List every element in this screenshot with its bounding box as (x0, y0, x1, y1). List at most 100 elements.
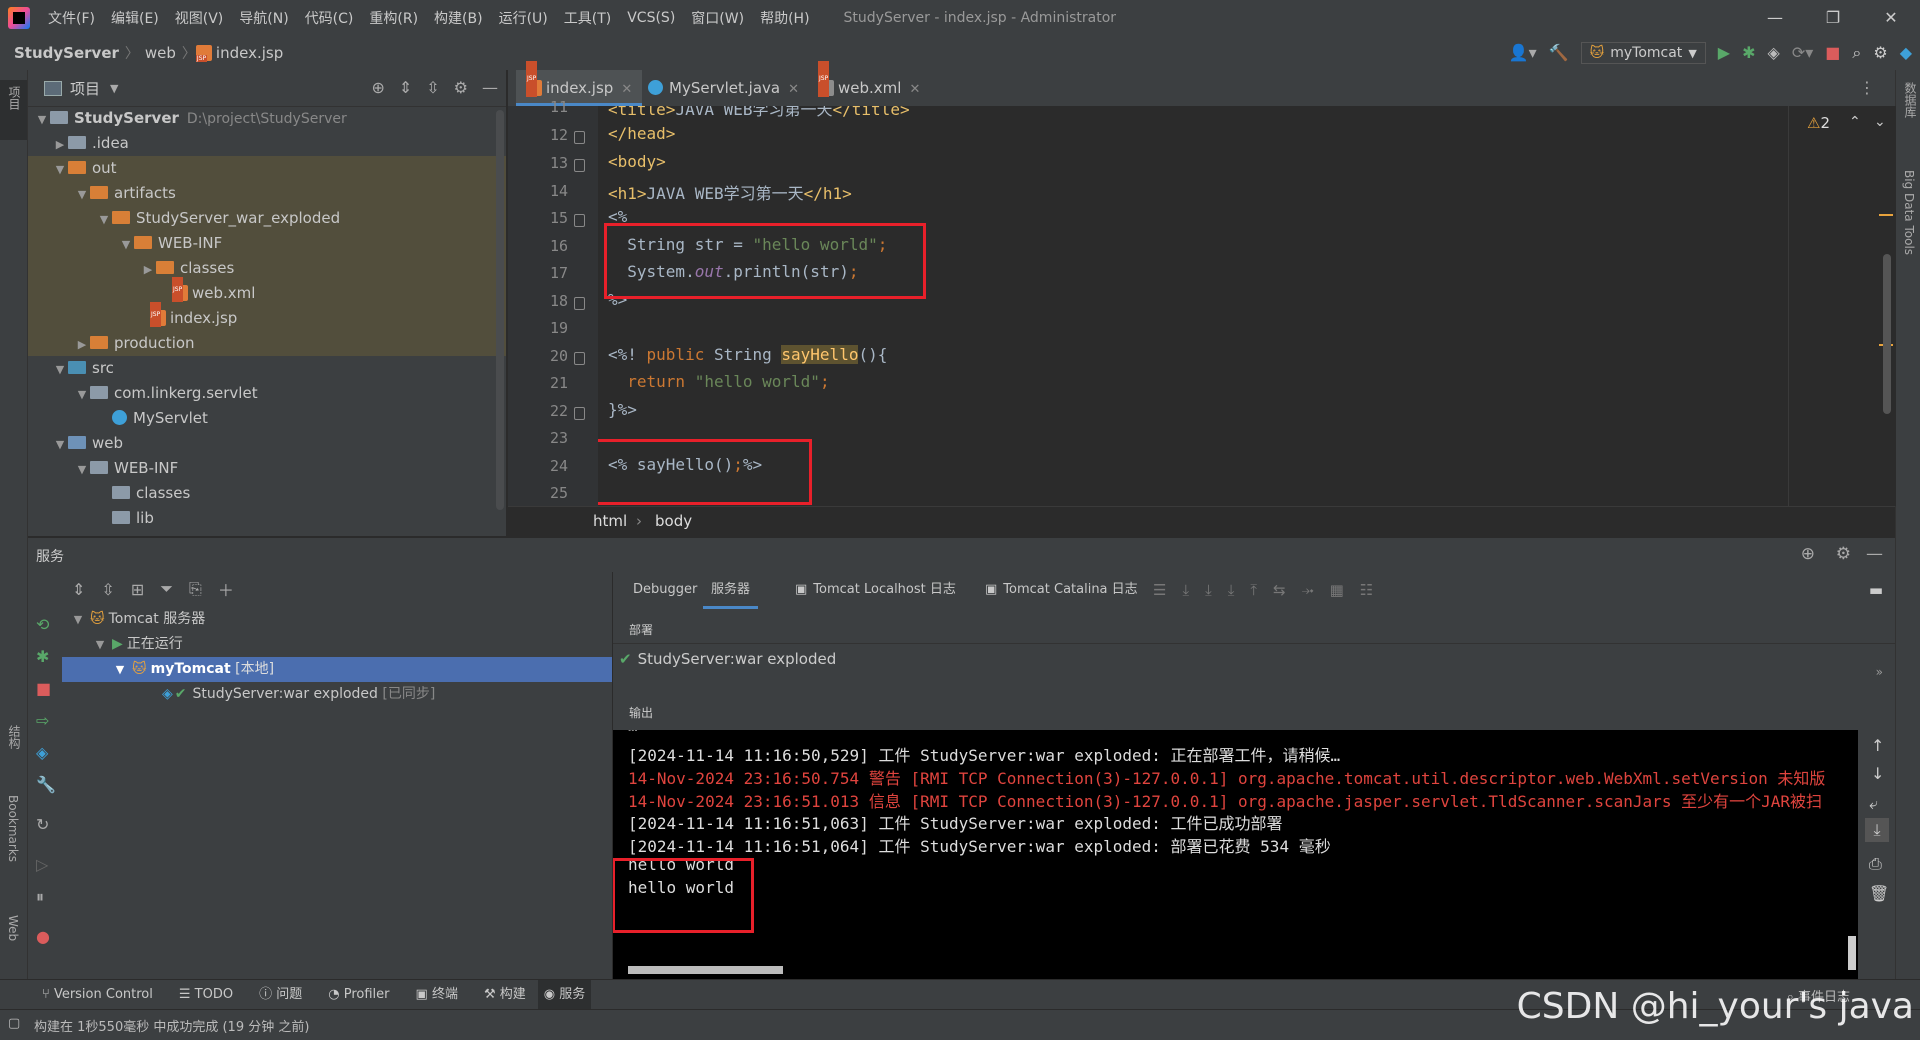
hide-icon[interactable]: — (1866, 544, 1883, 564)
editor-scrollbar[interactable] (1883, 254, 1891, 414)
expand-all-icon[interactable]: ⇕ (399, 78, 412, 97)
upload-icon[interactable]: ⤒ (1250, 581, 1257, 599)
run-config-dropdown[interactable]: 🐱 myTomcat ▼ (1580, 42, 1706, 64)
tool-terminal[interactable]: ▣ 终端 (410, 980, 464, 1010)
menu-run[interactable]: 运行(U) (491, 8, 556, 28)
minimize-icon[interactable]: — (1746, 0, 1804, 36)
menu-tools[interactable]: 工具(T) (556, 8, 619, 28)
tree-item-web[interactable]: ▼ web (52, 431, 123, 456)
more-vertical-icon[interactable]: ⋮ (1859, 78, 1875, 97)
warning-marker[interactable] (1879, 214, 1893, 216)
tree-item-artifact[interactable]: ◈ ✔ StudyServer:war exploded [已同步] (162, 682, 435, 707)
download-icon[interactable]: ⤓ (1205, 581, 1212, 599)
tool-profiler[interactable]: ◔ Profiler (322, 980, 395, 1010)
fold-marker-icon[interactable] (574, 297, 585, 310)
download-alt-icon[interactable]: ⤓ (1228, 581, 1235, 599)
tree-item-production[interactable]: ▶ production (28, 331, 506, 356)
tab-debugger[interactable]: Debugger (629, 571, 701, 609)
filter-icon[interactable]: ⤞ (1302, 581, 1314, 599)
breakpoints-icon[interactable]: ● (36, 927, 50, 946)
menu-vcs[interactable]: VCS(S) (619, 10, 683, 26)
close-icon[interactable]: ✕ (1862, 0, 1920, 36)
breadcrumb-html[interactable]: html (593, 512, 627, 530)
menu-build[interactable]: 构建(B) (426, 8, 491, 28)
settings-icon[interactable]: ⚙ (1873, 45, 1887, 61)
tree-item-classes-out[interactable]: ▶ classes (28, 256, 506, 281)
pause-icon[interactable]: ⏸ (36, 887, 44, 907)
web-stripe-label[interactable]: Web (6, 915, 20, 941)
user-icon[interactable]: 👤▾ (1509, 45, 1537, 61)
tree-item-artifacts[interactable]: ▼ artifacts (28, 181, 506, 206)
artifact-icon[interactable]: ◈ (36, 743, 48, 762)
tree-item-indexjsp-out[interactable]: index.jsp (28, 302, 506, 331)
breadcrumb-web[interactable]: web (139, 44, 182, 62)
close-icon[interactable]: ✕ (909, 82, 920, 97)
gear-icon[interactable]: ⚙ (454, 78, 468, 97)
resume-icon[interactable]: ▷ (36, 855, 48, 874)
stop-icon[interactable]: ■ (36, 679, 51, 698)
fold-marker-icon[interactable] (574, 407, 585, 420)
menu-file[interactable]: 文件(F) (40, 8, 103, 28)
menu-edit[interactable]: 编辑(E) (103, 8, 167, 28)
wrap-icon[interactable]: ☷ (1360, 581, 1373, 599)
database-stripe-label[interactable]: 数据库 (1902, 82, 1919, 118)
tool-todo[interactable]: ☰ TODO (173, 980, 239, 1010)
tree-item-war-exploded[interactable]: ▼ StudyServer_war_exploded (28, 206, 506, 231)
print-icon[interactable]: ⎙ (1869, 854, 1882, 874)
menu-window[interactable]: 窗口(W) (683, 8, 752, 28)
breadcrumb-project[interactable]: StudyServer (8, 44, 125, 62)
arrow-up-icon[interactable]: ↑ (1871, 736, 1884, 755)
project-stripe-button[interactable]: 项目 (0, 80, 27, 140)
tree-item-root[interactable]: ▼ StudyServer D:\project\StudyServer (34, 106, 347, 131)
tree-item-package[interactable]: ▼ com.linkerg.servlet (74, 381, 258, 406)
project-panel-title[interactable]: 项目 (70, 78, 100, 99)
list-icon[interactable]: ☰ (1153, 581, 1166, 599)
chevron-right-icon[interactable]: » (1876, 665, 1883, 679)
profile-icon[interactable]: ⟳▾ (1792, 45, 1813, 61)
menu-help[interactable]: 帮助(H) (752, 8, 817, 28)
collapse-all-icon[interactable]: ⇳ (101, 580, 114, 599)
scroll-to-end-icon[interactable]: ⤓ (1865, 818, 1889, 842)
new-tab-icon[interactable]: ⎘ (189, 579, 202, 599)
fold-marker-icon[interactable] (574, 159, 585, 172)
fold-marker-icon[interactable] (574, 352, 585, 365)
bigdata-stripe-label[interactable]: Big Data Tools (1902, 170, 1916, 255)
tab-catalina-log[interactable]: ▣ Tomcat Catalina 日志 (985, 571, 1138, 609)
console-output[interactable]: … [2024-11-14 11:16:50,529] 工件 StudyServ… (613, 730, 1858, 979)
tree-item-mytomcat[interactable]: ▼ 🐱 myTomcat [本地] (62, 657, 612, 682)
hide-icon[interactable]: — (482, 78, 498, 97)
run-icon[interactable]: ▶ (1718, 45, 1730, 61)
debug-icon[interactable]: ✱ (1742, 45, 1755, 61)
chevron-up-icon[interactable]: ⌃ (1849, 114, 1861, 130)
status-window-icon[interactable]: ▢ (8, 1016, 20, 1031)
menu-navigate[interactable]: 导航(N) (231, 8, 296, 28)
wrench-icon[interactable]: 🔧 (36, 775, 56, 794)
tool-version-control[interactable]: ⑂ Version Control (36, 980, 159, 1010)
code-editor[interactable]: <title>JAVA WEB学习第一天</title> </head> <bo… (598, 106, 1788, 506)
tree-item-idea[interactable]: ▶ .idea (52, 131, 129, 156)
coverage-icon[interactable]: ◈ (1768, 45, 1780, 61)
status-message[interactable]: 构建在 1秒550毫秒 中成功完成 (19 分钟 之前) (34, 1016, 309, 1035)
fold-marker-icon[interactable] (574, 214, 585, 227)
menu-code[interactable]: 代码(C) (297, 8, 362, 28)
project-scrollbar[interactable] (496, 110, 504, 510)
restore-icon[interactable]: ❐ (1804, 0, 1862, 36)
menu-refactor[interactable]: 重构(R) (361, 8, 426, 28)
tree-item-webinf[interactable]: ▼ WEB-INF (74, 456, 179, 481)
tree-item-webxml[interactable]: web.xml (28, 277, 506, 306)
breadcrumb-file[interactable]: index.jsp (216, 44, 289, 62)
tool-build[interactable]: ⚒ 构建 (478, 980, 532, 1010)
bookmarks-stripe-label[interactable]: Bookmarks (6, 795, 20, 862)
tree-item-classes[interactable]: classes (112, 481, 190, 506)
trash-icon[interactable]: 🗑 (1869, 884, 1889, 903)
build-hammer-icon[interactable]: 🔨 (1549, 45, 1569, 61)
group-icon[interactable]: ⊞ (131, 580, 144, 599)
tree-item-out[interactable]: ▼ out (28, 156, 506, 181)
menu-view[interactable]: 视图(V) (167, 8, 232, 28)
layout-icon[interactable]: ▬ (1869, 581, 1883, 599)
close-icon[interactable]: ✕ (621, 82, 632, 97)
locate-icon[interactable]: ⊕ (371, 78, 384, 97)
tab-localhost-log[interactable]: ▣ Tomcat Localhost 日志 (795, 571, 956, 609)
tool-services[interactable]: ◉ 服务 (537, 980, 592, 1010)
add-icon[interactable]: ＋ (218, 577, 234, 601)
